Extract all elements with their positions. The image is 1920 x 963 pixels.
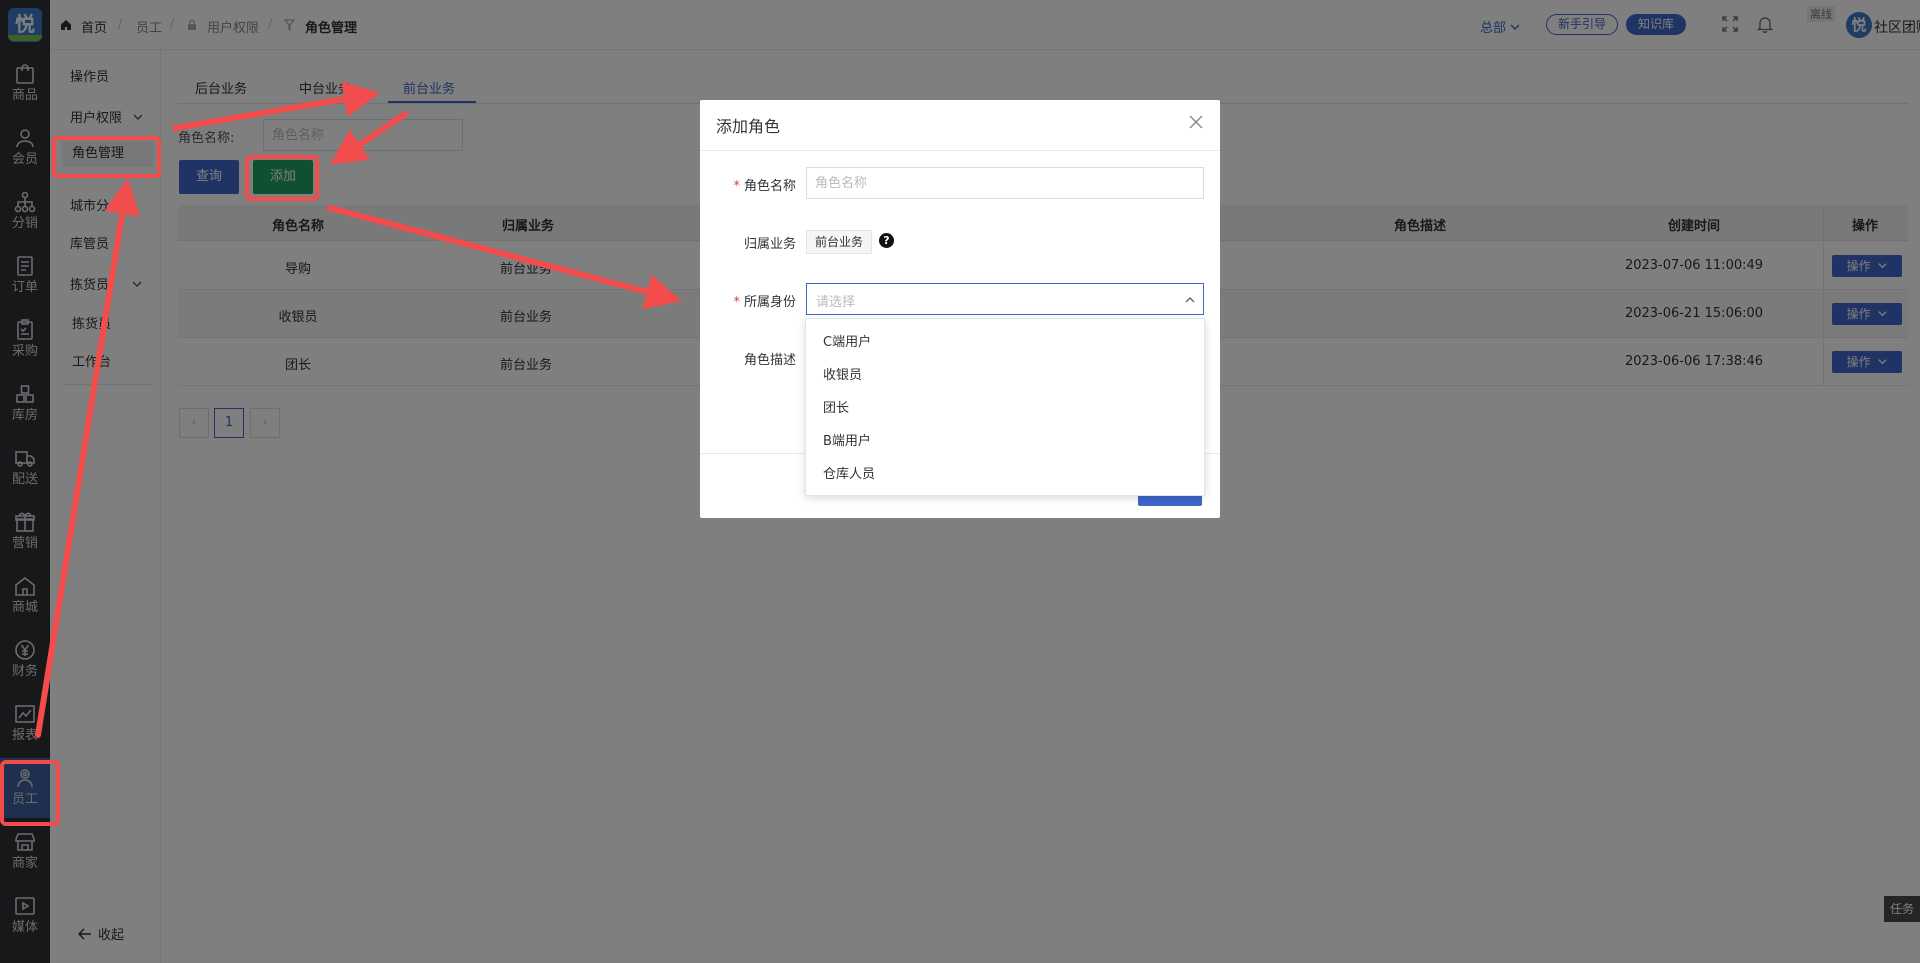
option-b-user[interactable]: B端用户 <box>806 425 1204 458</box>
option-cashier[interactable]: 收银员 <box>806 359 1204 392</box>
required-mark: * <box>733 179 740 194</box>
close-icon[interactable] <box>1188 114 1204 130</box>
option-warehouse-staff[interactable]: 仓库人员 <box>806 458 1204 491</box>
role-name-input[interactable] <box>806 167 1204 199</box>
required-mark: * <box>733 295 740 310</box>
dialog-title: 添加角色 <box>716 117 781 136</box>
business-label: 归属业务 <box>743 237 796 252</box>
dialog-header-divider <box>700 150 1220 151</box>
chevron-up-icon <box>1185 297 1195 303</box>
option-c-user[interactable]: C端用户 <box>806 326 1204 359</box>
identity-select[interactable]: 请选择 <box>806 283 1204 315</box>
identity-dropdown: C端用户 收银员 团长 B端用户 仓库人员 <box>805 318 1205 496</box>
help-icon[interactable]: ? <box>879 233 894 248</box>
option-group-leader[interactable]: 团长 <box>806 392 1204 425</box>
description-label: 角色描述 <box>743 353 796 368</box>
business-tag: 前台业务 <box>806 230 873 254</box>
identity-label: * 所属身份 <box>733 295 796 310</box>
select-placeholder: 请选择 <box>816 295 856 310</box>
role-name-label: * 角色名称 <box>733 179 796 194</box>
